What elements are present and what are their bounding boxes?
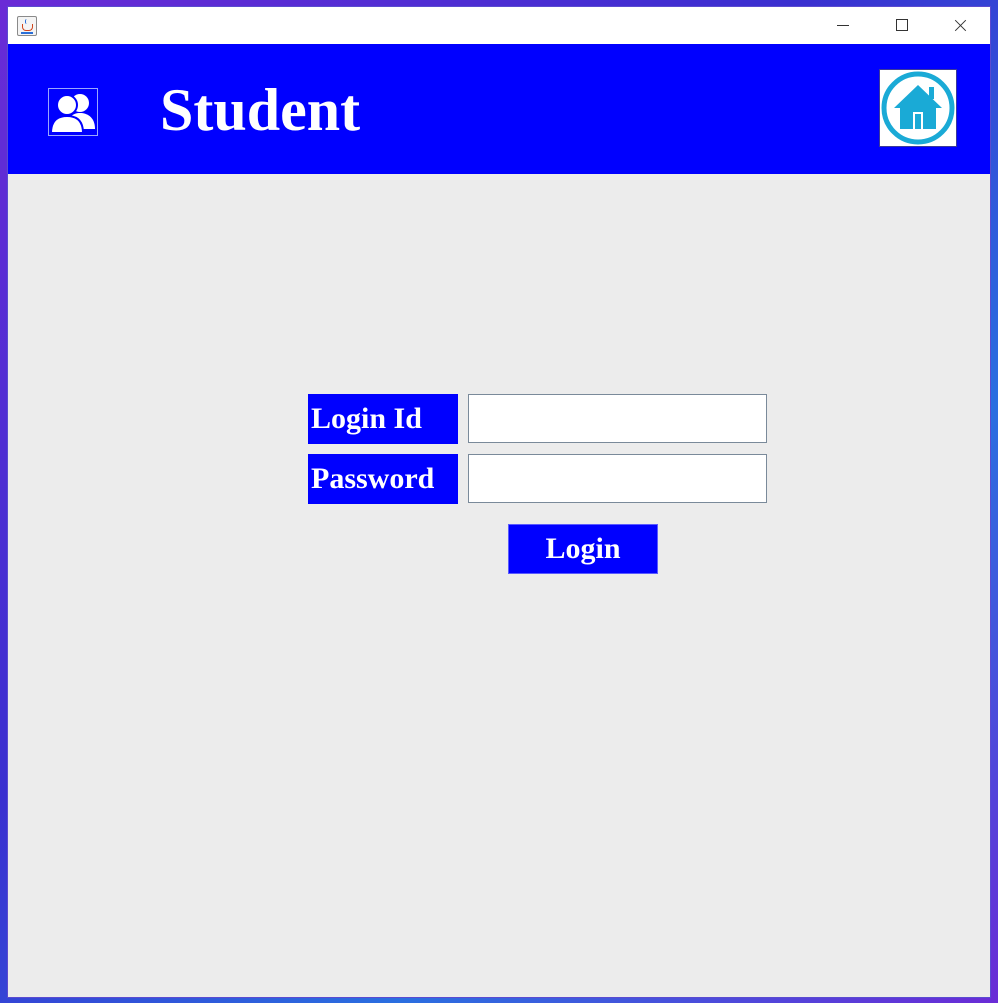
title-bar[interactable]	[8, 7, 990, 44]
login-id-input[interactable]	[468, 394, 767, 443]
login-id-label: Login Id	[308, 394, 458, 444]
app-window: Student Login Id Password Login	[8, 7, 990, 997]
home-icon	[881, 71, 955, 145]
password-input[interactable]	[468, 454, 767, 503]
close-button[interactable]	[930, 7, 988, 44]
users-icon	[48, 88, 98, 136]
password-label: Password	[308, 454, 458, 504]
home-button[interactable]	[879, 69, 957, 147]
login-button[interactable]: Login	[508, 524, 658, 574]
minimize-button[interactable]	[814, 7, 872, 44]
header-banner: Student	[8, 44, 990, 174]
page-title: Student	[160, 77, 361, 143]
maximize-button[interactable]	[872, 7, 930, 44]
java-app-icon	[17, 16, 37, 36]
